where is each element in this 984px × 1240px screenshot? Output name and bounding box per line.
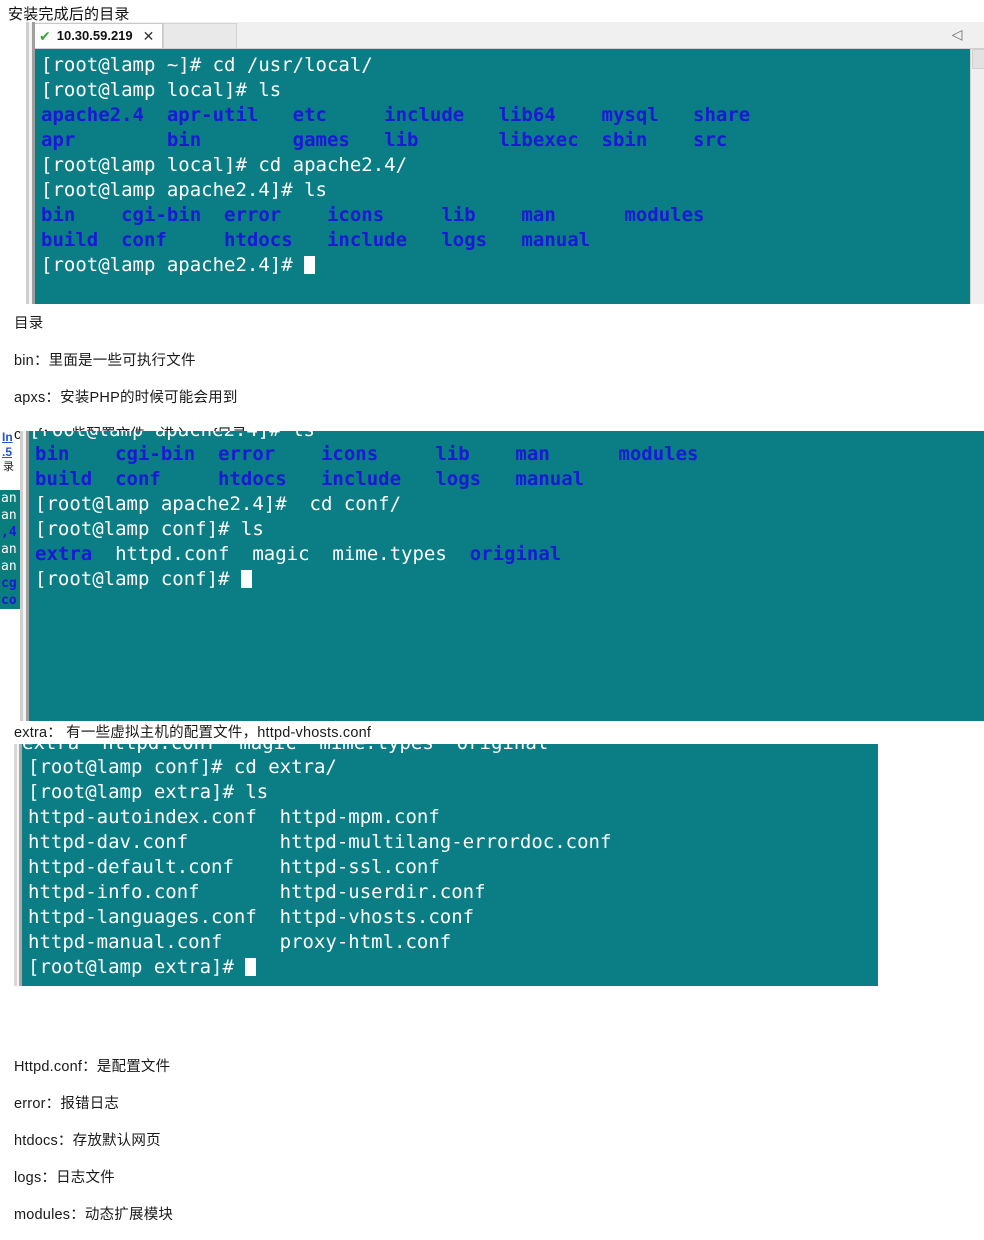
terminal-line: [root@lamp local]# cd apache2.4/	[41, 153, 971, 178]
terminal-line: [root@lamp apache2.4]#	[41, 253, 971, 278]
terminal-line: httpd-default.conf httpd-ssl.conf	[28, 855, 878, 880]
terminal-line: extra httpd.conf magic mime.types origin…	[35, 542, 971, 567]
terminal-line: [root@lamp ~]# cd /usr/local/	[41, 53, 971, 78]
terminal-line: [root@lamp extra]# ls	[28, 780, 878, 805]
terminal-window-1[interactable]: ✔ 10.30.59.219 ✕ ◁ [root@lamp ~]# cd /us…	[26, 22, 984, 304]
terminal-line: [root@lamp apache2.4]# cd conf/	[35, 492, 971, 517]
close-icon[interactable]: ✕	[143, 29, 155, 43]
terminal-line: build conf htdocs include logs manual	[41, 228, 971, 253]
terminal-text: httpd-manual.conf proxy-html.conf	[28, 931, 452, 953]
note-line: 目录	[14, 316, 44, 332]
window-left-frame	[26, 22, 35, 304]
tab-empty-slot[interactable]	[163, 22, 238, 48]
terminal-text: [root@lamp conf]#	[35, 568, 241, 590]
terminal-line: httpd-info.conf httpd-userdir.conf	[28, 880, 878, 905]
terminal-text: httpd-autoindex.conf httpd-mpm.conf	[28, 806, 440, 828]
terminal-line: [root@lamp conf]#	[35, 567, 971, 592]
terminal-line: [root@lamp extra]#	[28, 955, 878, 980]
terminal-scrollbar-1[interactable]	[970, 49, 984, 304]
terminal-text: httpd.conf magic mime.types	[92, 543, 470, 565]
terminal-line: bin cgi-bin error icons lib man modules	[35, 442, 971, 467]
note-line: logs：日志文件	[14, 1170, 115, 1186]
scrollbar-thumb[interactable]	[972, 49, 984, 69]
terminal-line: bin cgi-bin error icons lib man modules	[41, 203, 971, 228]
tab-session-10-30-59-219[interactable]: ✔ 10.30.59.219 ✕	[32, 22, 164, 48]
terminal-line: httpd-manual.conf proxy-html.conf	[28, 930, 878, 955]
terminal-cursor	[304, 256, 316, 274]
terminal-window-3[interactable]: extra httpd.conf magic mime.types origin…	[14, 744, 878, 986]
directory-name: apache2.4 apr-util etc include lib64 mys…	[41, 104, 751, 126]
tab-label: 10.30.59.219	[56, 28, 133, 43]
terminal-text: [root@lamp extra]# ls	[28, 781, 269, 803]
terminal-clipped-top-line-3: extra httpd.conf magic mime.types origin…	[22, 744, 886, 755]
directory-name: bin cgi-bin error icons lib man modules	[41, 204, 705, 226]
directory-name: extra	[35, 543, 93, 565]
terminal-line: [root@lamp conf]# cd extra/	[28, 755, 878, 780]
terminal-line: httpd-dav.conf httpd-multilang-errordoc.…	[28, 830, 878, 855]
terminal-text: [root@lamp local]# cd apache2.4/	[41, 154, 408, 176]
terminal-text: httpd-info.conf httpd-userdir.conf	[28, 881, 486, 903]
note-line: htdocs：存放默认网页	[14, 1133, 161, 1149]
terminal-line: build conf htdocs include logs manual	[35, 467, 971, 492]
terminal-line: apr bin games lib libexec sbin src	[41, 128, 971, 153]
notes-bottom: Httpd.conf：是配置文件 error：报错日志 htdocs：存放默认网…	[14, 1055, 173, 1240]
terminal-text: httpd-default.conf httpd-ssl.conf	[28, 856, 440, 878]
check-icon: ✔	[39, 27, 51, 44]
terminal-text: [root@lamp local]# ls	[41, 79, 282, 101]
terminal-line: [root@lamp conf]# ls	[35, 517, 971, 542]
window-left-frame	[14, 744, 22, 986]
note-line: Httpd.conf：是配置文件	[14, 1059, 171, 1075]
terminal-text: httpd-languages.conf httpd-vhosts.conf	[28, 906, 475, 928]
terminal-line: apache2.4 apr-util etc include lib64 mys…	[41, 103, 971, 128]
terminal-output-1[interactable]: [root@lamp ~]# cd /usr/local/ [root@lamp …	[35, 49, 971, 304]
terminal-clipped-top-line-2: [root@lamp apache2.4]# ls	[29, 431, 984, 442]
terminal-output-2[interactable]: bin cgi-bin error icons lib man modules b…	[29, 442, 971, 721]
terminal-text: [root@lamp apache2.4]#	[41, 254, 305, 276]
note-line: extra： 有一些虚拟主机的配置文件，httpd-vhosts.conf	[14, 725, 372, 741]
terminal-text: [root@lamp apache2.4]# ls	[41, 179, 327, 201]
terminal-line: httpd-languages.conf httpd-vhosts.conf	[28, 905, 878, 930]
terminal-cursor	[240, 570, 252, 588]
note-line: bin：里面是一些可执行文件	[14, 353, 196, 369]
note-line: apxs：安装PHP的时候可能会用到	[14, 390, 238, 406]
directory-name: apr bin games lib libexec sbin src	[41, 129, 728, 151]
terminal-text: [root@lamp conf]# ls	[35, 518, 264, 540]
terminal-cursor	[245, 958, 257, 976]
terminal-output-3[interactable]: [root@lamp conf]# cd extra/ [root@lamp ex…	[22, 755, 878, 986]
terminal-text: [root@lamp conf]# cd extra/	[28, 756, 337, 778]
note-line: modules：动态扩展模块	[14, 1207, 174, 1223]
terminal-line: [root@lamp apache2.4]# ls	[41, 178, 971, 203]
directory-name: build conf htdocs include logs manual	[41, 229, 591, 251]
triangle-left-icon[interactable]: ◁	[950, 26, 964, 42]
directory-name: build conf htdocs include logs manual	[35, 468, 585, 490]
terminal-text: [root@lamp apache2.4]# cd conf/	[35, 493, 402, 515]
notes-extra: extra： 有一些虚拟主机的配置文件，httpd-vhosts.conf	[14, 721, 371, 742]
tab-bar: ✔ 10.30.59.219 ✕ ◁	[26, 22, 984, 49]
terminal-text: [root@lamp extra]#	[28, 956, 246, 978]
terminal-line: httpd-autoindex.conf httpd-mpm.conf	[28, 805, 878, 830]
terminal-window-2[interactable]: [root@lamp apache2.4]# ls bin cgi-bin er…	[20, 431, 984, 721]
terminal-text: [root@lamp ~]# cd /usr/local/	[41, 54, 373, 76]
directory-name: bin cgi-bin error icons lib man modules	[35, 443, 699, 465]
directory-name: original	[469, 543, 562, 565]
page-title: 安装完成后的目录	[8, 6, 130, 23]
terminal-text: httpd-dav.conf httpd-multilang-errordoc.…	[28, 831, 612, 853]
window-left-frame	[20, 431, 29, 721]
note-line: error：报错日志	[14, 1096, 120, 1112]
terminal-line: [root@lamp local]# ls	[41, 78, 971, 103]
